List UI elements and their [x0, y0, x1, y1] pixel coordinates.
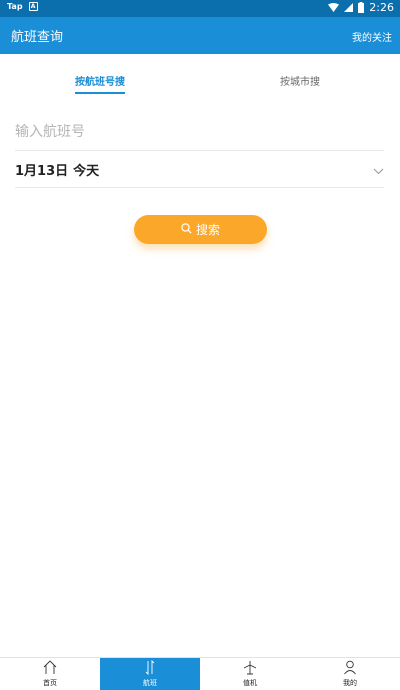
search-icon	[181, 222, 192, 237]
nav-item-mine[interactable]: 我的	[300, 658, 400, 690]
app-bar: 航班查询 我的关注	[0, 17, 400, 54]
nav-item-home[interactable]: 首页	[0, 658, 100, 690]
date-value: 1月13日	[15, 163, 69, 179]
nav-item-flight[interactable]: 航班	[100, 658, 200, 690]
flight-number-field	[15, 114, 384, 151]
nav-label-home: 首页	[43, 679, 57, 687]
notification-icon: A	[28, 2, 38, 11]
flight-icon	[143, 659, 157, 677]
date-suffix: 今天	[73, 163, 100, 179]
nav-label-mine: 我的	[343, 679, 357, 687]
app-label: Tap	[7, 2, 23, 11]
search-button[interactable]: 搜索	[134, 215, 267, 244]
tab-city[interactable]: 按城市搜	[280, 73, 320, 88]
active-tab-indicator	[75, 92, 125, 94]
checkin-icon	[243, 660, 257, 677]
status-bar: Tap A 2:26	[0, 0, 400, 17]
bottom-nav: 首页 航班 值机 我的	[0, 657, 400, 690]
date-selector[interactable]: 1月13日 今天	[15, 151, 384, 188]
clock: 2:26	[369, 1, 394, 14]
status-left: Tap A	[7, 2, 38, 11]
battery-icon	[358, 2, 365, 13]
flight-number-input[interactable]	[15, 114, 384, 150]
nav-label-flight: 航班	[143, 679, 157, 687]
tab-flight-number[interactable]: 按航班号搜	[75, 73, 125, 88]
search-tabs: 按航班号搜 按城市搜	[0, 54, 400, 100]
nav-label-checkin: 值机	[243, 679, 257, 687]
home-icon	[43, 660, 57, 677]
page-title: 航班查询	[11, 30, 64, 45]
user-icon	[343, 660, 357, 677]
signal-icon	[344, 3, 354, 12]
search-button-label: 搜索	[195, 223, 220, 237]
date-text: 1月13日 今天	[15, 160, 99, 179]
status-right: 2:26	[328, 1, 394, 14]
nav-item-checkin[interactable]: 值机	[200, 658, 300, 690]
my-follow-button[interactable]: 我的关注	[352, 29, 392, 44]
wifi-icon	[328, 3, 340, 12]
chevron-down-icon	[373, 160, 384, 179]
